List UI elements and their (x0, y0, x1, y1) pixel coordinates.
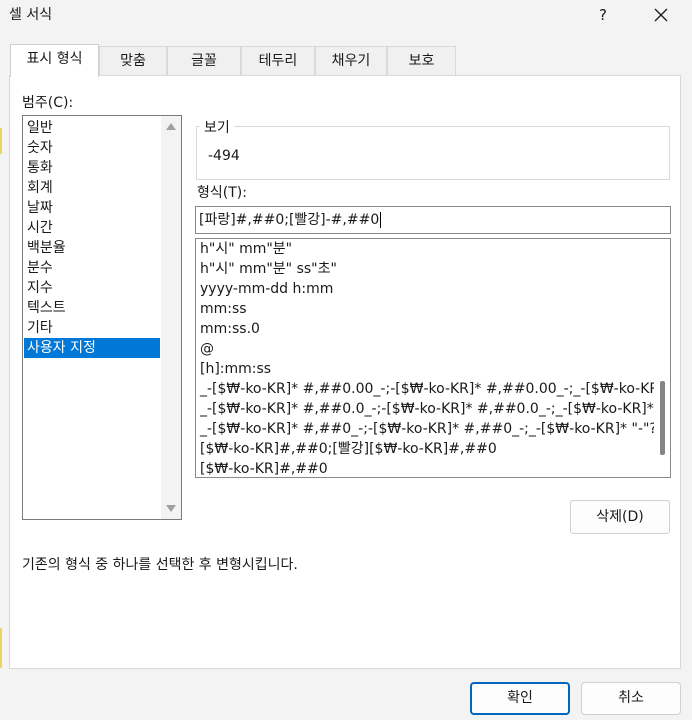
format-item[interactable]: _-[$₩-ko-KR]* #,##0_-;-[$₩-ko-KR]* #,##0… (200, 419, 670, 439)
format-cells-dialog: 셀 서식 ? 표시 형식 맞춤 글꼴 테두리 채우기 보호 범주(C): 일반 … (0, 0, 692, 720)
tab-font[interactable]: 글꼴 (167, 46, 241, 76)
category-item-custom[interactable]: 사용자 지정 (24, 338, 160, 358)
category-scrollbar[interactable] (161, 116, 181, 519)
number-tab-panel: 범주(C): 일반 숫자 통화 회계 날짜 시간 백분율 분수 지수 텍스트 기… (9, 75, 681, 669)
format-item[interactable]: yyyy-mm-dd h:mm (200, 279, 333, 299)
sample-label: 보기 (200, 117, 234, 137)
help-button[interactable]: ? (586, 1, 620, 29)
tab-number[interactable]: 표시 형식 (10, 44, 99, 77)
sample-value: -494 (208, 148, 240, 164)
type-input[interactable]: [파랑]#,##0;[빨강]-#,##0 (195, 206, 671, 234)
type-input-value: [파랑]#,##0;[빨강]-#,##0 (199, 212, 380, 228)
category-listbox[interactable]: 일반 숫자 통화 회계 날짜 시간 백분율 분수 지수 텍스트 기타 사용자 지… (22, 115, 182, 520)
format-item[interactable]: _-[$₩-ko-KR]* #,##0.00_-;-[$₩-ko-KR]* #,… (200, 379, 670, 399)
category-label: 범주(C): (22, 95, 74, 111)
format-item[interactable]: h"시" mm"분" (200, 239, 292, 259)
category-item-number[interactable]: 숫자 (24, 138, 160, 158)
ok-button[interactable]: 확인 (470, 682, 570, 715)
cancel-button[interactable]: 취소 (581, 682, 681, 715)
sample-group (196, 126, 670, 180)
format-item[interactable]: [h]:mm:ss (200, 359, 271, 379)
category-item-accounting[interactable]: 회계 (24, 178, 160, 198)
scroll-up-icon[interactable] (166, 123, 176, 130)
category-item-text[interactable]: 텍스트 (24, 298, 160, 318)
type-label: 형식(T): (197, 185, 247, 201)
format-item[interactable]: h"시" mm"분" ss"초" (200, 259, 337, 279)
description-text: 기존의 형식 중 하나를 선택한 후 변형시킵니다. (22, 557, 298, 573)
format-item[interactable]: @ (200, 339, 214, 359)
format-item[interactable]: [$₩-ko-KR]#,##0;[빨강][$₩-ko-KR]#,##0 (200, 439, 497, 459)
tab-alignment[interactable]: 맞춤 (99, 46, 167, 76)
format-item[interactable]: _-[$₩-ko-KR]* #,##0.0_-;-[$₩-ko-KR]* #,#… (200, 399, 670, 419)
tab-protection[interactable]: 보호 (387, 46, 456, 76)
close-icon (654, 8, 668, 22)
tab-border[interactable]: 테두리 (241, 46, 315, 76)
left-accent (0, 128, 2, 154)
left-accent (0, 628, 2, 668)
category-item-scientific[interactable]: 지수 (24, 278, 160, 298)
title-bar: 셀 서식 ? (0, 0, 692, 30)
format-item[interactable]: [$₩-ko-KR]#,##0 (200, 459, 328, 477)
category-item-currency[interactable]: 통화 (24, 158, 160, 178)
dialog-title: 셀 서식 (9, 7, 53, 23)
close-button[interactable] (644, 1, 678, 29)
category-item-fraction[interactable]: 분수 (24, 258, 160, 278)
format-item[interactable]: mm:ss.0 (200, 319, 260, 339)
category-item-percentage[interactable]: 백분율 (24, 238, 160, 258)
format-scrollbar[interactable] (654, 239, 670, 477)
category-item-general[interactable]: 일반 (24, 118, 160, 138)
format-item[interactable]: mm:ss (200, 299, 247, 319)
category-item-date[interactable]: 날짜 (24, 198, 160, 218)
delete-button[interactable]: 삭제(D) (570, 500, 670, 534)
category-item-special[interactable]: 기타 (24, 318, 160, 338)
text-caret (380, 212, 382, 228)
scroll-down-icon[interactable] (166, 505, 176, 512)
category-item-time[interactable]: 시간 (24, 218, 160, 238)
scroll-thumb[interactable] (660, 381, 665, 455)
format-listbox[interactable]: h"시" mm"분" h"시" mm"분" ss"초" yyyy-mm-dd h… (195, 238, 671, 478)
tab-fill[interactable]: 채우기 (315, 46, 387, 76)
